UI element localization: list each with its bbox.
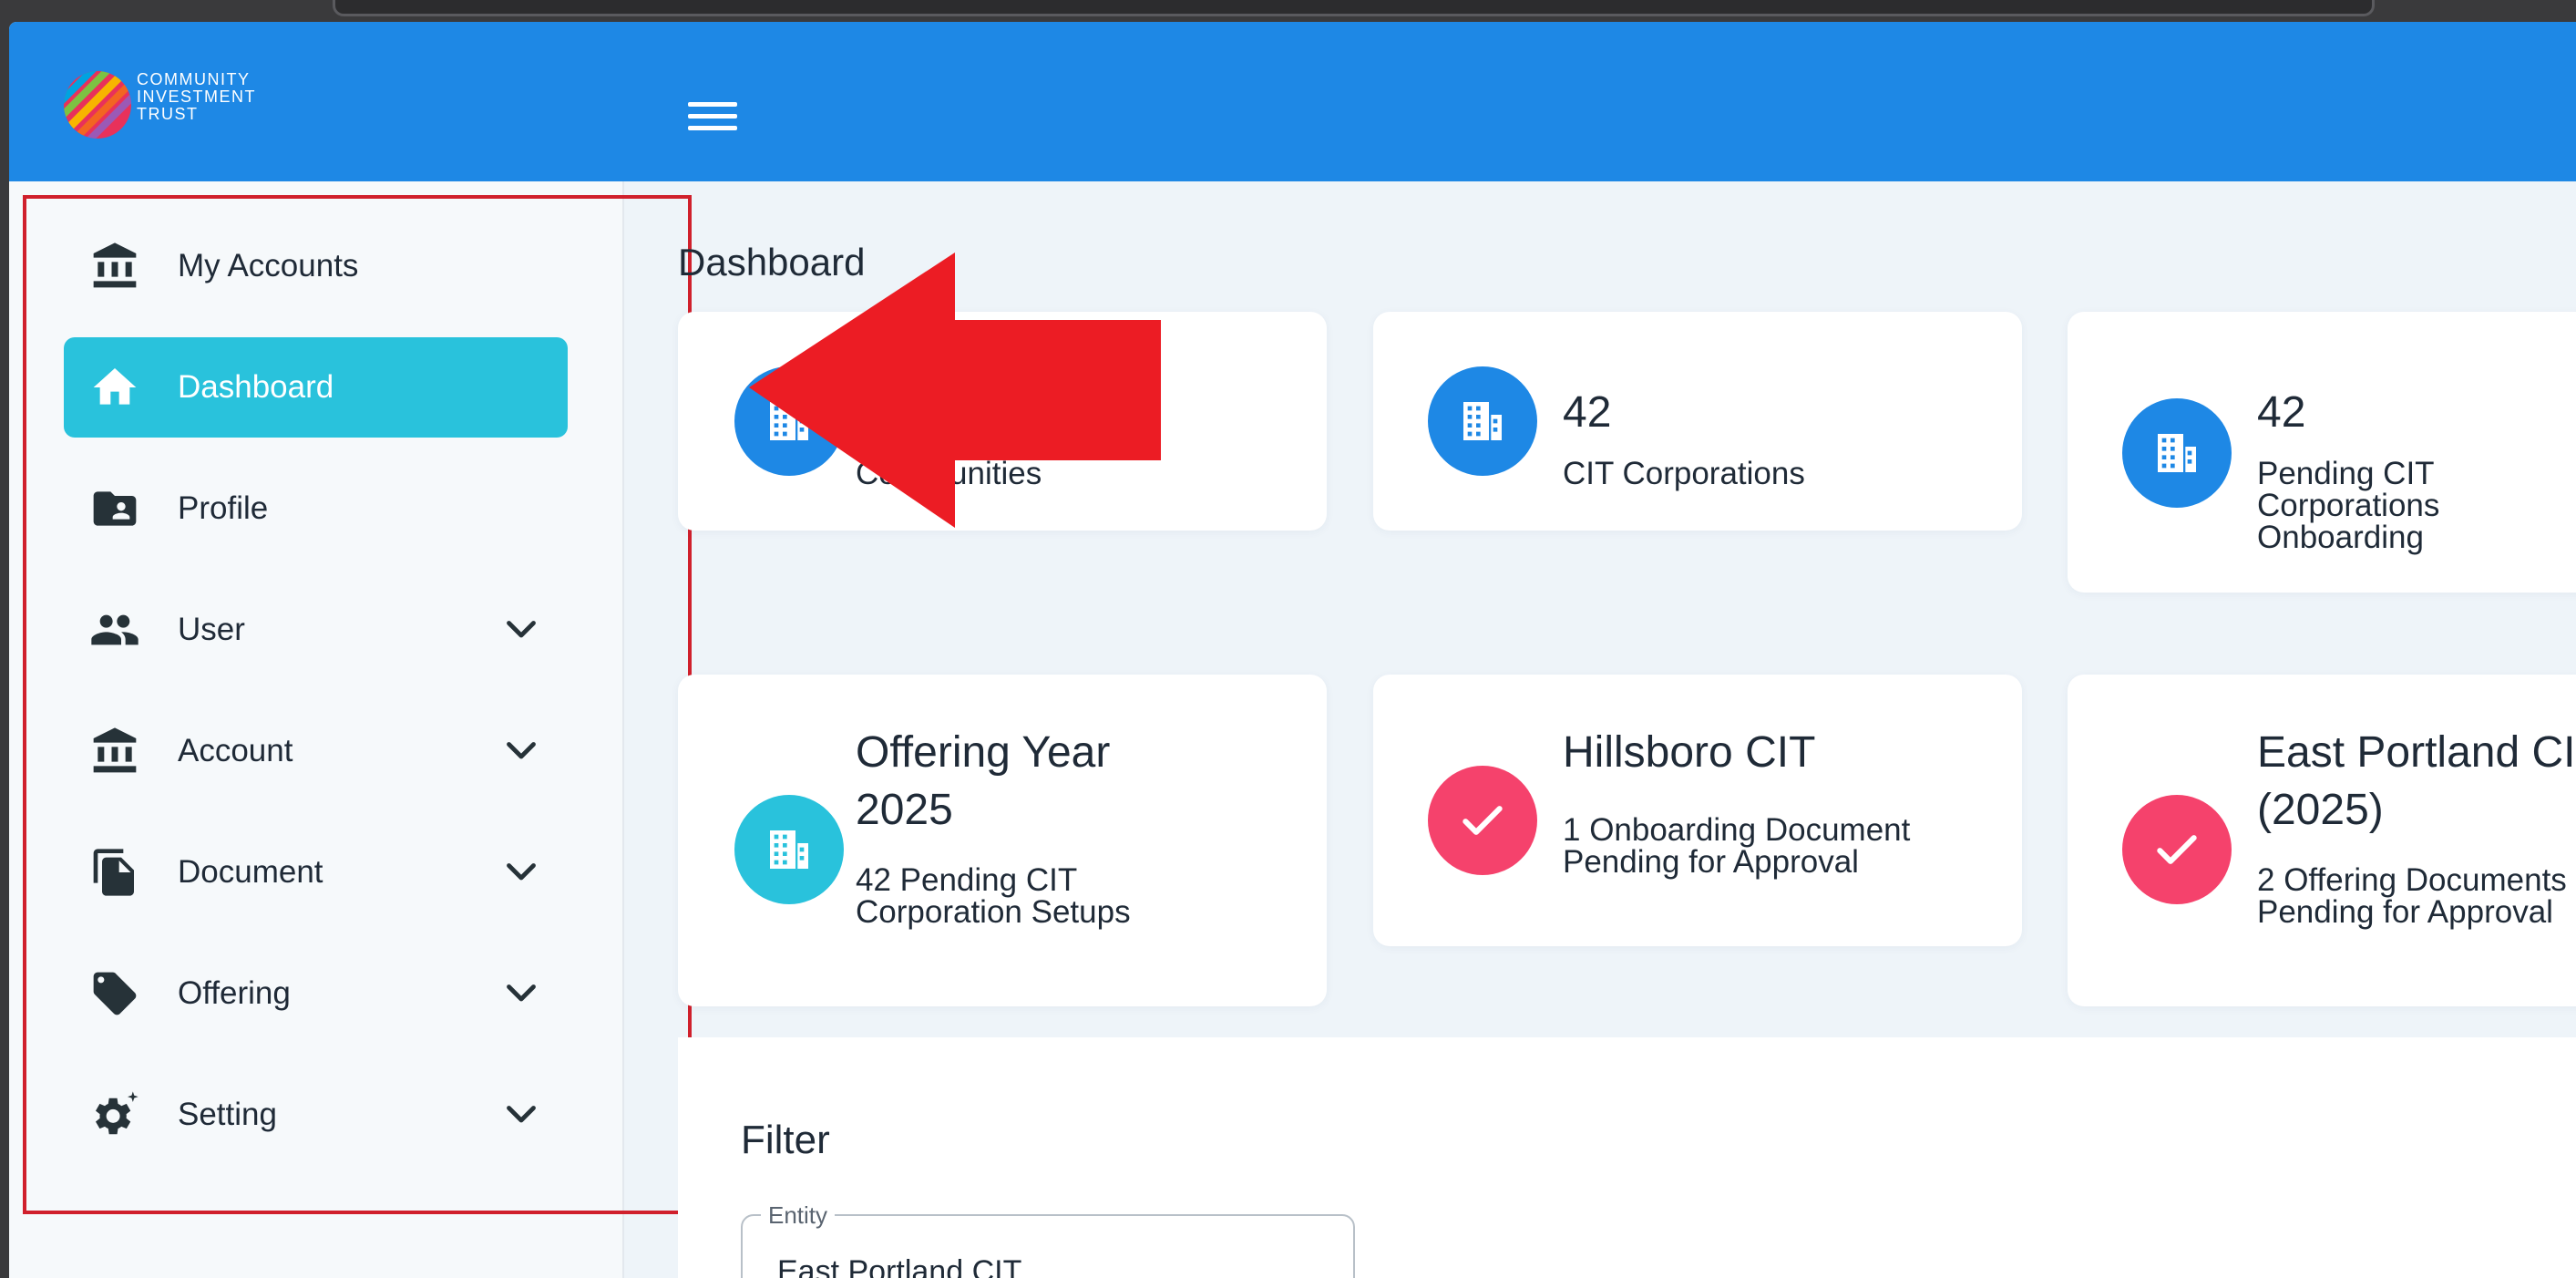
check-icon bbox=[1462, 806, 1503, 835]
card-label-line: Corporation Setups bbox=[856, 894, 1131, 930]
sidebar-item-label: Profile bbox=[178, 490, 269, 526]
browser-chrome bbox=[0, 0, 2576, 22]
top-app-bar: COMMUNITY INVESTMENT TRUST bbox=[9, 22, 2576, 181]
sidebar-item-label: User bbox=[178, 612, 245, 647]
profile-folder-icon bbox=[93, 491, 137, 526]
card-title-line: East Portland CIT bbox=[2257, 728, 2576, 777]
settings-gear-icon bbox=[96, 1091, 139, 1135]
sidebar-item-label: Setting bbox=[178, 1097, 277, 1132]
building-icon bbox=[770, 830, 808, 869]
bank-icon bbox=[93, 727, 137, 773]
card-label-line: 42 Pending CIT bbox=[856, 862, 1078, 898]
document-icon bbox=[93, 849, 134, 896]
sidebar-item-account[interactable]: Account bbox=[64, 701, 568, 801]
card-icon-circle bbox=[1428, 366, 1537, 476]
stat-card-offering-year[interactable]: Offering Year 2025 42 Pending CIT Corpor… bbox=[678, 675, 1327, 1006]
cit-logo[interactable]: COMMUNITY INVESTMENT TRUST bbox=[62, 67, 272, 140]
card-title-line: Offering Year bbox=[856, 728, 1111, 777]
logo-line: INVESTMENT bbox=[137, 88, 257, 106]
card-icon-circle bbox=[2122, 795, 2232, 904]
chevron-down-icon[interactable] bbox=[505, 861, 538, 883]
filter-title: Filter bbox=[741, 1118, 830, 1162]
card-label-line: 1 Onboarding Document bbox=[1563, 812, 1911, 848]
card-icon-circle bbox=[1428, 766, 1537, 875]
sidebar-item-dashboard[interactable]: Dashboard bbox=[64, 337, 568, 438]
logo-wordmark: COMMUNITY INVESTMENT TRUST bbox=[137, 71, 256, 123]
sidebar-item-setting[interactable]: Setting bbox=[64, 1065, 568, 1165]
sidebar-item-profile[interactable]: Profile bbox=[64, 459, 568, 559]
app-window: COMMUNITY INVESTMENT TRUST My Accounts D… bbox=[9, 22, 2576, 1278]
sidebar-nav: My Accounts Dashboard Profile User Accou… bbox=[9, 181, 624, 1278]
card-label-line: Pending CIT bbox=[2257, 456, 2435, 491]
card-value: 42 bbox=[2257, 388, 2306, 437]
home-icon bbox=[93, 368, 137, 405]
logo-line: COMMUNITY bbox=[137, 70, 251, 88]
sidebar-item-offering[interactable]: Offering bbox=[64, 943, 568, 1044]
chevron-down-icon[interactable] bbox=[505, 983, 538, 1005]
sidebar-item-label: My Accounts bbox=[178, 248, 359, 283]
card-label-line: Onboarding bbox=[2257, 520, 2424, 555]
chevron-down-icon[interactable] bbox=[505, 740, 538, 762]
card-title-line: (2025) bbox=[2257, 786, 2384, 834]
building-icon bbox=[1463, 402, 1502, 440]
menu-toggle-button[interactable] bbox=[688, 102, 737, 142]
card-value: 42 bbox=[1563, 388, 1612, 437]
card-label: CIT Corporations bbox=[1563, 456, 1805, 491]
sidebar-item-label: Dashboard bbox=[178, 369, 334, 405]
stat-card-east-portland[interactable]: East Portland CIT (2025) 2 Offering Docu… bbox=[2068, 675, 2576, 1006]
check-icon bbox=[2157, 835, 2197, 864]
stat-card-cit-corporations[interactable]: 42 CIT Corporations bbox=[1373, 312, 2022, 531]
sidebar-item-label: Account bbox=[178, 733, 293, 768]
card-icon-circle bbox=[734, 795, 844, 904]
card-label-line: Corporations bbox=[2257, 488, 2440, 523]
chevron-down-icon[interactable] bbox=[505, 619, 538, 641]
sidebar-item-label: Document bbox=[178, 854, 323, 890]
entity-selected-value: East Portland CIT bbox=[777, 1254, 1022, 1278]
stat-card-hillsboro[interactable]: Hillsboro CIT 1 Onboarding Document Pend… bbox=[1373, 675, 2022, 946]
sidebar-item-label: Offering bbox=[178, 975, 291, 1011]
entity-field-label: Entity bbox=[761, 1201, 836, 1230]
stat-card-pending-onboarding[interactable]: 42 Pending CIT Corporations Onboarding bbox=[2068, 312, 2576, 593]
red-arrow-annotation bbox=[749, 253, 1161, 528]
logo-line: TRUST bbox=[137, 105, 199, 123]
tag-icon bbox=[93, 972, 137, 1015]
card-label-line: 2 Offering Documents bbox=[2257, 862, 2567, 898]
building-icon bbox=[2158, 434, 2196, 472]
browser-address-bar[interactable] bbox=[333, 0, 2375, 16]
card-title-line: 2025 bbox=[856, 786, 953, 834]
card-title: Hillsboro CIT bbox=[1563, 728, 1816, 777]
filter-panel: Filter Entity East Portland CIT bbox=[678, 1037, 2576, 1278]
card-label-line: Pending for Approval bbox=[2257, 894, 2553, 930]
bank-icon bbox=[93, 242, 137, 288]
card-icon-circle bbox=[2122, 398, 2232, 508]
users-icon bbox=[91, 614, 139, 645]
chevron-down-icon[interactable] bbox=[505, 1104, 538, 1126]
card-label-line: Pending for Approval bbox=[1563, 844, 1859, 880]
sidebar-item-document[interactable]: Document bbox=[64, 822, 568, 922]
logo-mark-icon bbox=[64, 71, 131, 139]
sidebar-item-user[interactable]: User bbox=[64, 580, 568, 680]
entity-select[interactable]: Entity East Portland CIT bbox=[741, 1201, 1355, 1278]
sidebar-item-my-accounts[interactable]: My Accounts bbox=[64, 216, 568, 316]
